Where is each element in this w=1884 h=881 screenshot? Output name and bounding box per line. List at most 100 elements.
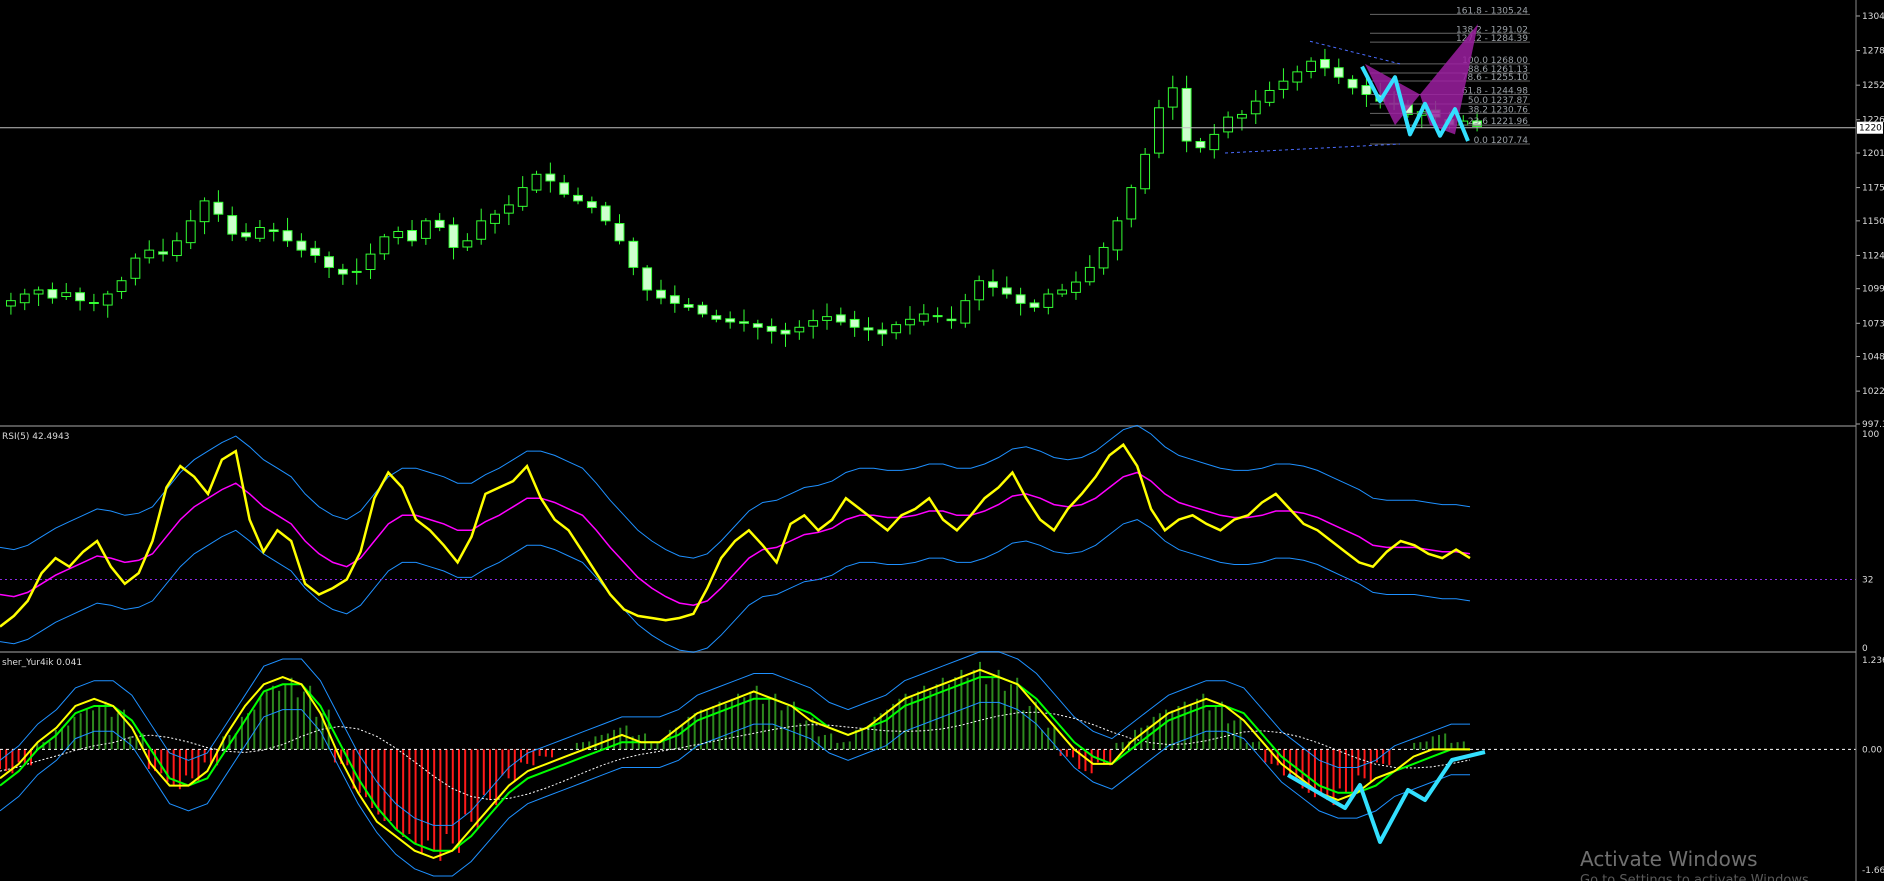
candle-body (656, 289, 666, 299)
candle-body (448, 224, 459, 248)
candle-body (5, 300, 16, 307)
candle-body (1043, 293, 1054, 308)
candle-body (1029, 302, 1040, 308)
candle-body (808, 320, 819, 327)
candle-body (891, 324, 902, 334)
candle-body (988, 281, 998, 288)
chart-canvas: 1220.1304.1278.1252.1226.1201.1175.1150.… (0, 0, 1884, 881)
candle-body (490, 213, 500, 224)
candle-body (1126, 187, 1137, 220)
price-tick-label: 1124. (1862, 251, 1884, 261)
candle-body (476, 220, 487, 240)
candle-body (1292, 71, 1303, 83)
candle-body (1071, 281, 1081, 293)
candle-body (628, 240, 639, 268)
candle-body (835, 314, 846, 323)
candle-body (1264, 89, 1275, 103)
candle-body (1250, 100, 1261, 115)
candle-body (1001, 287, 1012, 295)
candle-body (75, 292, 86, 302)
candle-body (1195, 141, 1206, 149)
candle-body (600, 205, 611, 222)
candle-body (1154, 107, 1164, 154)
candle-body (254, 227, 265, 239)
candle-body (1098, 246, 1109, 269)
candle-body (1057, 289, 1068, 295)
candle-body (434, 219, 445, 229)
candle-body (1140, 153, 1151, 190)
candle-body (241, 232, 251, 238)
candle-body (296, 240, 307, 251)
candle-body (88, 301, 99, 304)
candle-body (1209, 133, 1220, 151)
candle-body (1223, 116, 1234, 133)
candle-body (1084, 266, 1095, 283)
candle-body (863, 327, 874, 331)
candle-body (642, 267, 653, 291)
rsi-tick-label: 100 (1862, 430, 1879, 440)
price-tick-label: 1201. (1862, 149, 1884, 159)
fib-level-label: 23.6 1221.96 (1468, 117, 1528, 127)
candle-body (586, 201, 597, 209)
candle-body (116, 280, 127, 293)
candle-body (766, 325, 777, 332)
candle-body (33, 289, 44, 295)
candle-body (974, 280, 985, 301)
rsi-tick-label: 32 (1862, 576, 1873, 586)
candle-body (1320, 58, 1330, 69)
candle-body (61, 292, 72, 298)
candle-body (310, 247, 321, 256)
candle-body (1347, 78, 1358, 89)
candle-body (531, 173, 542, 191)
fisher-tick-label: 1.236 (1862, 656, 1884, 666)
rsi-tick-label: 0 (1862, 644, 1868, 654)
candle-body (282, 230, 293, 242)
price-tick-label: 1048. (1862, 353, 1884, 363)
fib-level-label: 38.2 1230.76 (1468, 105, 1528, 115)
candle-body (1278, 80, 1289, 90)
activate-windows-subtext: Go to Settings to activate Windows. (1580, 873, 1813, 881)
candle-body (1237, 113, 1247, 119)
candle-body (822, 316, 832, 321)
candle-body (420, 220, 431, 239)
candle-body (614, 223, 625, 242)
candle-body (337, 268, 348, 275)
candle-body (752, 323, 763, 328)
candle-body (213, 201, 224, 215)
price-tick-label: 997.3 (1862, 420, 1884, 430)
fib-level-label: 0.0 1207.74 (1474, 136, 1529, 146)
price-tick-label: 1278. (1862, 47, 1884, 57)
candle-body (102, 293, 113, 306)
fisher-tick-label: -1.667 (1862, 866, 1884, 876)
fisher-title: sher_Yur4ik 0.041 (2, 658, 82, 668)
candle-body (1333, 67, 1344, 78)
candle-body (268, 229, 279, 232)
candle-body (780, 329, 791, 335)
price-tick-label: 1226. (1862, 116, 1884, 126)
candle-body (918, 313, 929, 322)
candle-body (517, 187, 528, 207)
candle-body (199, 200, 210, 223)
candle-body (725, 318, 736, 323)
candle-body (1015, 294, 1026, 304)
activate-windows-text: Activate Windows (1580, 847, 1758, 871)
candle-body (877, 329, 888, 335)
candle-body (946, 318, 957, 322)
candle-body (47, 289, 58, 299)
candle-body (393, 230, 404, 239)
candle-body (559, 182, 570, 195)
candle-body (185, 220, 196, 244)
price-tick-label: 1175. (1862, 184, 1884, 194)
candle-body (365, 253, 376, 270)
candle-body (711, 315, 722, 320)
candle-body (171, 240, 182, 257)
candle-body (545, 173, 556, 182)
candle-body (849, 318, 860, 328)
fib-level-label: 78.6 - 1255.10 (1462, 73, 1528, 83)
candle-body (130, 257, 141, 279)
candle-body (697, 304, 708, 315)
candle-body (683, 304, 694, 308)
price-tick-label: 1073. (1862, 319, 1884, 329)
candle-body (379, 236, 390, 255)
rsi-title: RSI(5) 42.4943 (2, 432, 69, 442)
